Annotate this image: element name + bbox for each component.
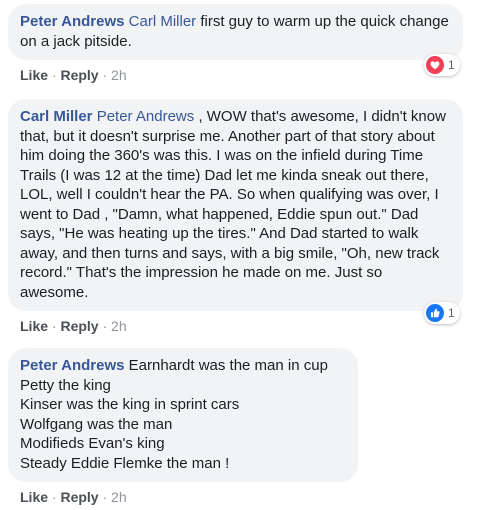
like-link[interactable]: Like (20, 318, 48, 334)
reply-link[interactable]: Reply (60, 489, 98, 505)
comment: Peter Andrews Carl Miller first guy to w… (8, 4, 463, 84)
comment-text: , WOW that's awesome, I didn't know that… (20, 108, 446, 301)
reaction-count: 1 (448, 306, 455, 320)
reaction-badge[interactable]: 1 (424, 54, 460, 76)
comment-bubble: Peter Andrews Carl Miller first guy to w… (8, 4, 463, 60)
comment-actions: Like · Reply · 2h (8, 488, 358, 506)
comment-timestamp[interactable]: 2h (111, 489, 127, 505)
separator: · (102, 67, 108, 83)
comment-timestamp[interactable]: 2h (111, 318, 127, 334)
like-link[interactable]: Like (20, 67, 48, 83)
reaction-badge[interactable]: 1 (424, 302, 460, 324)
like-reaction-icon (426, 304, 444, 322)
comment-bubble: Carl Miller Peter Andrews , WOW that's a… (8, 99, 463, 311)
comment-author[interactable]: Peter Andrews (20, 13, 124, 30)
comment-mention[interactable]: Carl Miller (129, 13, 197, 30)
reply-link[interactable]: Reply (60, 318, 98, 334)
comment: Peter Andrews Earnhardt was the man in c… (8, 348, 358, 506)
comment-author[interactable]: Peter Andrews (20, 357, 124, 374)
love-reaction-icon (426, 56, 444, 74)
separator: · (102, 489, 108, 505)
comment-bubble: Peter Andrews Earnhardt was the man in c… (8, 348, 358, 482)
comment-thread: Peter Andrews Carl Miller first guy to w… (0, 0, 483, 510)
comment-text: Earnhardt was the man in cup Petty the k… (20, 357, 328, 472)
separator: · (51, 318, 57, 334)
comment-actions: Like · Reply · 2h (8, 317, 463, 335)
reaction-count: 1 (448, 58, 455, 72)
separator: · (102, 318, 108, 334)
comment: Carl Miller Peter Andrews , WOW that's a… (8, 99, 463, 335)
comment-actions: Like · Reply · 2h (8, 66, 463, 84)
comment-mention[interactable]: Peter Andrews (97, 108, 195, 125)
separator: · (51, 489, 57, 505)
reply-link[interactable]: Reply (60, 67, 98, 83)
comment-timestamp[interactable]: 2h (111, 67, 127, 83)
like-link[interactable]: Like (20, 489, 48, 505)
separator: · (51, 67, 57, 83)
comment-author[interactable]: Carl Miller (20, 108, 93, 125)
